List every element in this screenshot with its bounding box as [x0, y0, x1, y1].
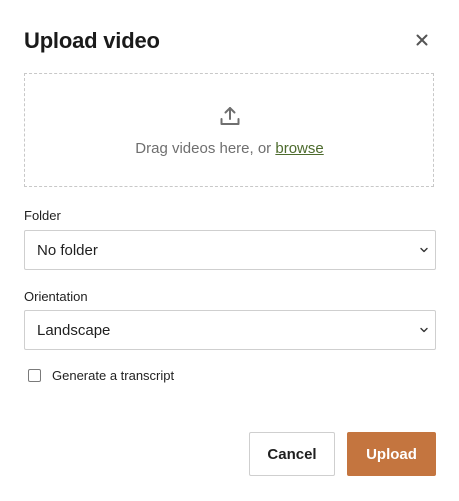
transcript-option: Generate a transcript — [28, 368, 174, 383]
dropzone-text: Drag videos here, or — [135, 140, 276, 157]
folder-label: Folder — [24, 208, 61, 223]
cancel-button[interactable]: Cancel — [249, 432, 335, 476]
browse-link[interactable]: browse — [275, 140, 323, 157]
transcript-checkbox[interactable] — [28, 369, 41, 382]
orientation-selected-value: Landscape — [37, 321, 111, 339]
video-dropzone[interactable] — [24, 73, 434, 187]
dropzone-instructions: Drag videos here, or browse — [0, 140, 459, 157]
close-button[interactable] — [410, 28, 434, 52]
upload-icon — [220, 107, 240, 125]
chevron-down-icon — [420, 327, 428, 333]
chevron-down-icon — [420, 247, 428, 253]
close-icon — [416, 34, 428, 46]
transcript-checkbox-label[interactable]: Generate a transcript — [52, 368, 174, 383]
orientation-label: Orientation — [24, 289, 88, 304]
orientation-select[interactable]: Landscape — [24, 310, 436, 350]
upload-button[interactable]: Upload — [347, 432, 436, 476]
upload-video-dialog: Upload video Drag videos here, or browse… — [0, 0, 459, 501]
dialog-title: Upload video — [24, 28, 160, 53]
folder-selected-value: No folder — [37, 241, 98, 259]
folder-select[interactable]: No folder — [24, 230, 436, 270]
